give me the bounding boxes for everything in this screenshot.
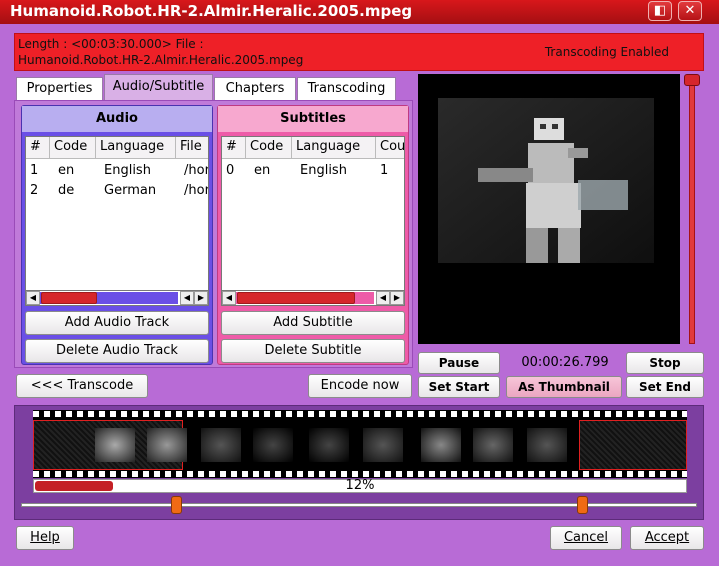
- audio-horizontal-scrollbar[interactable]: ◀ ◀ ▶: [25, 290, 209, 306]
- delete-audio-track-button[interactable]: Delete Audio Track: [25, 339, 209, 363]
- cell-code: en: [254, 163, 271, 178]
- set-start-button[interactable]: Set Start: [418, 376, 500, 398]
- audio-group: Audio # Code Language File 1 en English …: [21, 105, 213, 365]
- cell-language: German: [104, 183, 157, 198]
- column-header[interactable]: Cou: [376, 137, 404, 159]
- frame-thumbnail: [527, 428, 567, 462]
- window-title: Humanoid.Robot.HR-2.Almir.Heralic.2005.m…: [10, 2, 413, 20]
- column-header[interactable]: Code: [246, 137, 292, 159]
- progress-label: 12%: [345, 478, 375, 493]
- audio-subtitle-panel: Audio # Code Language File 1 en English …: [14, 100, 413, 368]
- subtitles-group: Subtitles # Code Language Cou 0 en Engli…: [217, 105, 409, 365]
- scroll-left-icon[interactable]: ◀: [376, 291, 390, 305]
- encode-now-button[interactable]: Encode now: [308, 374, 412, 398]
- column-header[interactable]: Code: [50, 137, 96, 159]
- pause-button[interactable]: Pause: [418, 352, 500, 374]
- stop-button[interactable]: Stop: [626, 352, 704, 374]
- audio-table-header: # Code Language File: [26, 137, 208, 159]
- table-row[interactable]: 2 de German /hor: [26, 181, 208, 201]
- cell-file: /hor: [184, 163, 209, 178]
- cell-file: /hor: [184, 183, 209, 198]
- robot-image: [438, 98, 654, 263]
- frame-thumbnail: [95, 428, 135, 462]
- subtitles-table-header: # Code Language Cou: [222, 137, 404, 159]
- subtitles-header: Subtitles: [218, 106, 408, 132]
- file-length-label: Length : <00:03:30.000> File :: [18, 37, 204, 51]
- transcoding-status: Transcoding Enabled: [544, 45, 669, 59]
- scroll-right-icon[interactable]: ▶: [390, 291, 404, 305]
- frame-thumbnail: [147, 428, 187, 462]
- range-end-handle[interactable]: [577, 496, 588, 514]
- scroll-left-icon[interactable]: ◀: [222, 291, 236, 305]
- maximize-icon[interactable]: ◧: [648, 1, 672, 21]
- cell-count: 1: [380, 163, 389, 178]
- table-row[interactable]: 0 en English 1: [222, 161, 404, 181]
- frame-thumbnail: [253, 428, 293, 462]
- column-header[interactable]: File: [176, 137, 208, 159]
- encode-progress-bar: 12%: [33, 478, 687, 493]
- add-audio-track-button[interactable]: Add Audio Track: [25, 311, 209, 335]
- scroll-thumb[interactable]: [237, 292, 355, 304]
- tab-chapters[interactable]: Chapters: [214, 77, 296, 101]
- close-icon[interactable]: ✕: [678, 1, 702, 21]
- scroll-left-icon[interactable]: ◀: [26, 291, 40, 305]
- back-to-transcode-button[interactable]: <<< Transcode: [16, 374, 148, 398]
- scroll-thumb[interactable]: [41, 292, 97, 304]
- scroll-left-icon[interactable]: ◀: [180, 291, 194, 305]
- slider-track[interactable]: [21, 503, 697, 507]
- cell-code: en: [58, 163, 75, 178]
- accept-button[interactable]: Accept: [630, 526, 704, 550]
- slider-handle[interactable]: [684, 74, 700, 86]
- cancel-label: Cancel: [563, 530, 609, 545]
- transcode-dialog: Humanoid.Robot.HR-2.Almir.Heralic.2005.m…: [0, 0, 719, 566]
- frame-thumbnail: [201, 428, 241, 462]
- playback-timecode: 00:00:26.799: [521, 355, 609, 370]
- audio-header: Audio: [22, 106, 212, 132]
- film-perforations: [33, 471, 687, 477]
- tab-audio-subtitle[interactable]: Audio/Subtitle: [104, 74, 213, 101]
- film-strip[interactable]: [33, 410, 687, 478]
- cell-index: 2: [30, 183, 39, 198]
- add-subtitle-button[interactable]: Add Subtitle: [221, 311, 405, 335]
- video-frame: [438, 98, 654, 263]
- column-header[interactable]: #: [222, 137, 246, 159]
- file-info-bar: Length : <00:03:30.000> File : Humanoid.…: [14, 33, 704, 71]
- slider-track[interactable]: [689, 82, 695, 344]
- cell-language: English: [300, 163, 347, 178]
- as-thumbnail-button[interactable]: As Thumbnail: [506, 376, 622, 398]
- scroll-right-icon[interactable]: ▶: [194, 291, 208, 305]
- cancel-button[interactable]: Cancel: [550, 526, 622, 550]
- title-bar[interactable]: Humanoid.Robot.HR-2.Almir.Heralic.2005.m…: [0, 0, 719, 24]
- cell-index: 0: [226, 163, 235, 178]
- column-header[interactable]: #: [26, 137, 50, 159]
- column-header[interactable]: Language: [292, 137, 376, 159]
- tab-properties[interactable]: Properties: [16, 77, 103, 101]
- frame-thumbnail: [309, 428, 349, 462]
- cell-code: de: [58, 183, 75, 198]
- range-slider[interactable]: [21, 496, 697, 514]
- help-label: Help: [30, 530, 60, 545]
- film-perforations: [33, 411, 687, 417]
- audio-track-list[interactable]: # Code Language File 1 en English /hor 2…: [25, 136, 209, 304]
- frame-thumbnail: [421, 428, 461, 462]
- help-button[interactable]: Help: [16, 526, 74, 550]
- cell-index: 1: [30, 163, 39, 178]
- frame-thumbnail: [473, 428, 513, 462]
- column-header[interactable]: Language: [96, 137, 176, 159]
- selected-segment-end[interactable]: [579, 420, 687, 470]
- frame-thumbnail: [363, 428, 403, 462]
- subtitle-list[interactable]: # Code Language Cou 0 en English 1: [221, 136, 405, 304]
- subtitles-horizontal-scrollbar[interactable]: ◀ ◀ ▶: [221, 290, 405, 306]
- set-end-button[interactable]: Set End: [626, 376, 704, 398]
- tab-transcoding[interactable]: Transcoding: [297, 77, 396, 101]
- file-name-label: Humanoid.Robot.HR-2.Almir.Heralic.2005.m…: [18, 53, 304, 67]
- timeline-panel: 12%: [14, 405, 704, 520]
- range-start-handle[interactable]: [171, 496, 182, 514]
- delete-subtitle-button[interactable]: Delete Subtitle: [221, 339, 405, 363]
- video-preview[interactable]: [418, 74, 680, 344]
- accept-label: Accept: [644, 530, 690, 545]
- volume-slider[interactable]: [684, 74, 700, 344]
- table-row[interactable]: 1 en English /hor: [26, 161, 208, 181]
- cell-language: English: [104, 163, 151, 178]
